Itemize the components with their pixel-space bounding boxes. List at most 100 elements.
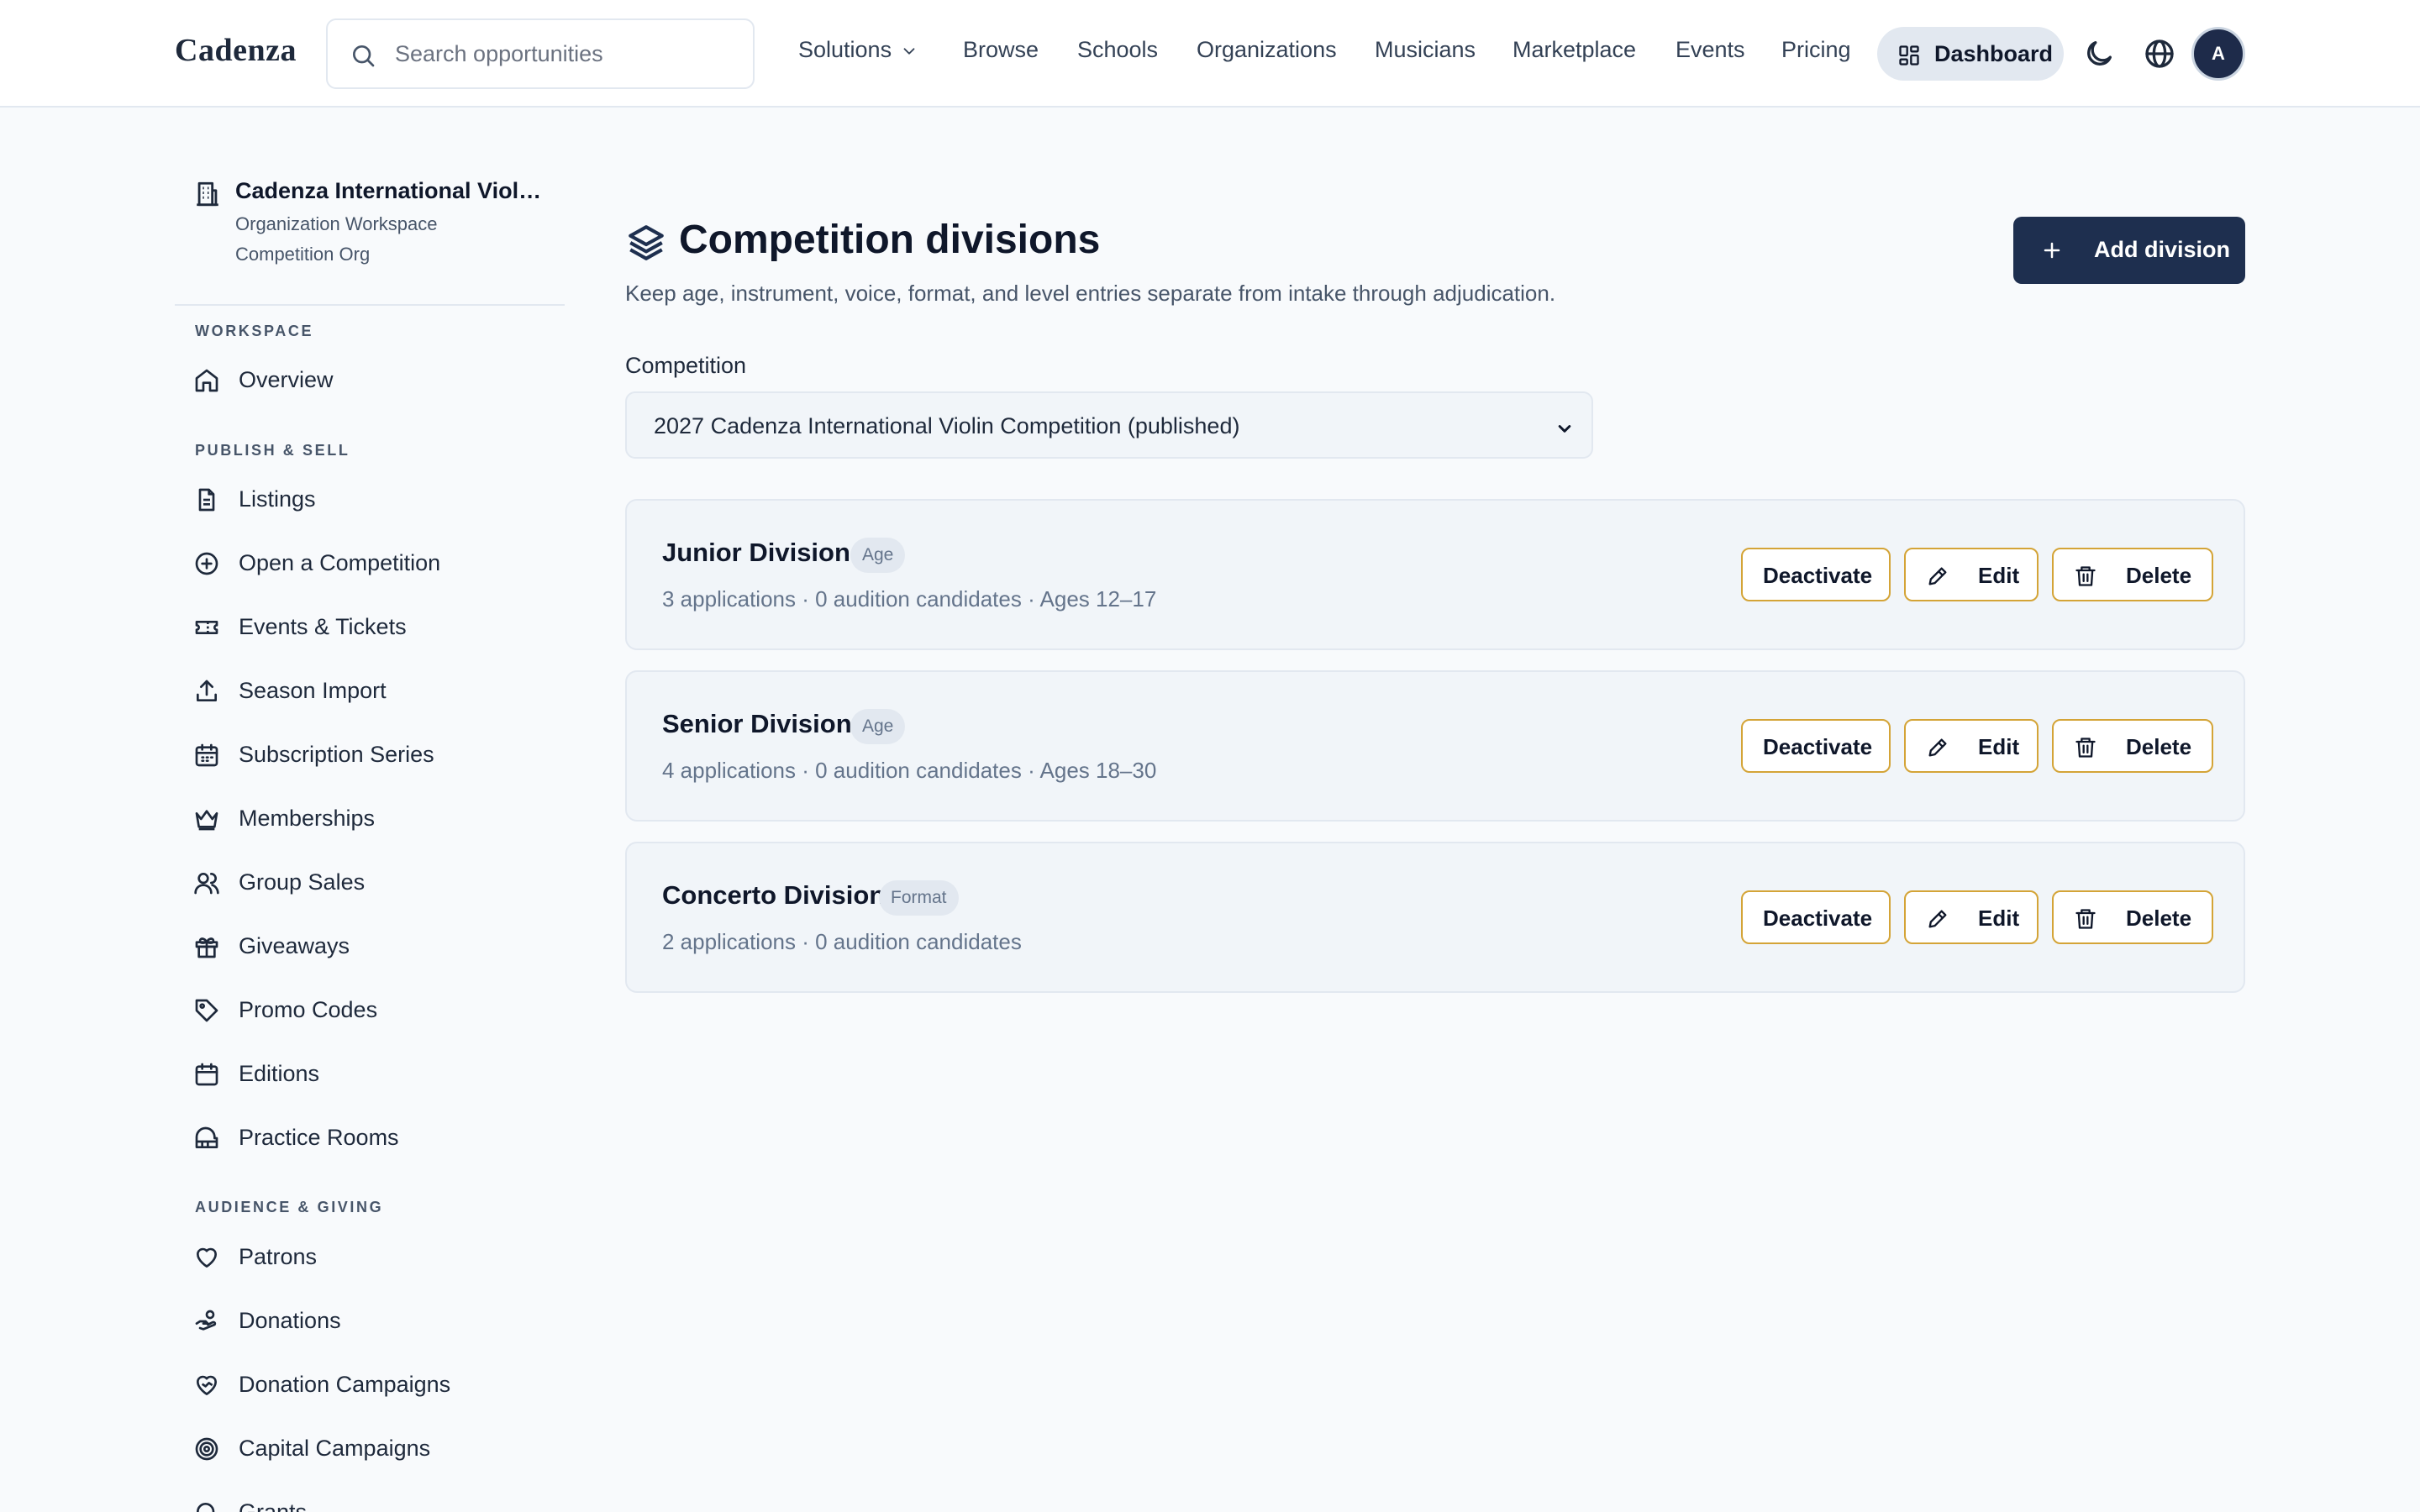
- sidebar-item-label: Events & Tickets: [239, 614, 407, 639]
- page-subtitle: Keep age, instrument, voice, format, and…: [625, 281, 1556, 306]
- moon-icon[interactable]: [2082, 37, 2116, 71]
- division-type-badge: Format: [879, 880, 959, 916]
- nav-organizations[interactable]: Organizations: [1197, 37, 1337, 63]
- deactivate-button[interactable]: Deactivate: [1741, 890, 1891, 944]
- competition-label: Competition: [625, 353, 747, 378]
- calendar-days-icon: [195, 743, 218, 767]
- delete-button[interactable]: Delete: [2052, 548, 2213, 601]
- pencil-icon: [1928, 910, 1947, 928]
- chevron-down-icon: [1558, 425, 1571, 433]
- page-title: Competition divisions: [679, 218, 1101, 262]
- deactivate-label: Deactivate: [1763, 734, 1873, 759]
- users-icon: [194, 873, 219, 895]
- home-icon: [195, 369, 218, 392]
- division-meta: 2 applications · 0 audition candidates: [662, 929, 1022, 954]
- trash-icon: [2075, 909, 2096, 929]
- top-navigation-bar: Cadenza Solutions Browse Schools Organiz…: [0, 0, 2420, 108]
- sidebar-item-donation-campaigns[interactable]: Donation Campaigns: [192, 1362, 561, 1409]
- chevron-down-icon: [903, 48, 915, 55]
- org-name[interactable]: Cadenza International Violin Competition: [235, 178, 546, 204]
- piano-icon: [195, 1126, 218, 1148]
- calendar-icon: [195, 1063, 218, 1086]
- delete-label: Delete: [2126, 906, 2192, 931]
- hand-coins-icon: [195, 1310, 217, 1331]
- sidebar-item-practice-rooms[interactable]: Practice Rooms: [192, 1115, 561, 1162]
- nav-events[interactable]: Events: [1676, 37, 1745, 63]
- delete-button[interactable]: Delete: [2052, 719, 2213, 773]
- division-name: Senior Division: [662, 709, 852, 738]
- gift-icon: [195, 937, 218, 958]
- sidebar-item-label: Patrons: [239, 1244, 318, 1269]
- nav-marketplace[interactable]: Marketplace: [1512, 37, 1636, 63]
- sidebar-item-label: Donation Campaigns: [239, 1372, 451, 1397]
- plus-circle-icon: [195, 552, 218, 575]
- deactivate-button[interactable]: Deactivate: [1741, 719, 1891, 773]
- nav-musicians[interactable]: Musicians: [1375, 37, 1476, 63]
- sidebar-item-editions[interactable]: Editions: [192, 1051, 561, 1098]
- edit-label: Edit: [1978, 906, 2020, 931]
- sidebar-item-label: Group Sales: [239, 869, 366, 895]
- sidebar-item-patrons[interactable]: Patrons: [192, 1234, 561, 1281]
- upload-icon: [197, 680, 217, 701]
- sidebar-item-promo-codes[interactable]: Promo Codes: [192, 987, 561, 1034]
- dashboard-button[interactable]: Dashboard: [1877, 27, 2064, 81]
- nav-browse[interactable]: Browse: [963, 37, 1039, 63]
- org-workspace-label: Organization Workspace: [235, 213, 438, 234]
- layers-icon: [629, 225, 664, 260]
- deactivate-label: Deactivate: [1763, 906, 1873, 931]
- heart-icon: [197, 1247, 217, 1268]
- sidebar-item-label: Overview: [239, 367, 334, 392]
- edit-label: Edit: [1978, 563, 2020, 588]
- layout-grid-icon: [1899, 45, 1919, 66]
- trash-icon: [2075, 738, 2096, 758]
- org-type-label: Competition Org: [235, 244, 371, 265]
- sidebar-item-capital-campaigns[interactable]: Capital Campaigns: [192, 1425, 561, 1473]
- edit-button[interactable]: Edit: [1904, 548, 2039, 601]
- heart-handshake-icon: [197, 1375, 217, 1395]
- file-text-icon: [198, 488, 215, 512]
- dashboard-label: Dashboard: [1934, 41, 2054, 66]
- division-meta: 3 applications · 0 audition candidates ·…: [662, 586, 1157, 612]
- division-card: Concerto Division Format 2 applications …: [625, 842, 2245, 993]
- delete-button[interactable]: Delete: [2052, 890, 2213, 944]
- sidebar-item-label: Practice Rooms: [239, 1125, 399, 1150]
- sidebar-item-overview[interactable]: Overview: [192, 357, 561, 404]
- nav-pricing[interactable]: Pricing: [1781, 37, 1851, 63]
- sidebar-section-publish-sell: PUBLISH & SELL: [195, 442, 350, 459]
- division-name: Junior Division: [662, 538, 850, 567]
- crown-icon: [195, 810, 218, 831]
- division-name: Concerto Division: [662, 880, 886, 910]
- sidebar-item-grants[interactable]: Grants: [192, 1489, 561, 1512]
- sidebar-item-label: Season Import: [239, 678, 387, 703]
- sidebar-item-open-competition[interactable]: Open a Competition: [192, 540, 561, 587]
- sidebar-item-season-import[interactable]: Season Import: [192, 668, 561, 715]
- ticket-icon: [195, 621, 218, 634]
- sidebar-item-label: Donations: [239, 1308, 341, 1333]
- sidebar-item-memberships[interactable]: Memberships: [192, 795, 561, 843]
- brand-logo[interactable]: Cadenza: [175, 32, 297, 69]
- sidebar-item-donations[interactable]: Donations: [192, 1298, 561, 1345]
- sidebar-item-label: Promo Codes: [239, 997, 378, 1022]
- search-box[interactable]: [326, 18, 755, 89]
- sidebar-item-listings[interactable]: Listings: [192, 476, 561, 523]
- sidebar-item-events-tickets[interactable]: Events & Tickets: [192, 604, 561, 651]
- deactivate-label: Deactivate: [1763, 563, 1873, 588]
- search-input[interactable]: [395, 37, 731, 71]
- nav-schools[interactable]: Schools: [1077, 37, 1158, 63]
- sidebar-item-label: Grants: [239, 1499, 308, 1512]
- add-division-button[interactable]: Add division: [2013, 217, 2245, 284]
- sidebar-item-subscription-series[interactable]: Subscription Series: [192, 732, 561, 779]
- sidebar-item-giveaways[interactable]: Giveaways: [192, 923, 561, 970]
- globe-icon[interactable]: [2143, 37, 2176, 71]
- avatar[interactable]: A: [2191, 27, 2245, 81]
- deactivate-button[interactable]: Deactivate: [1741, 548, 1891, 601]
- sidebar-item-label: Open a Competition: [239, 550, 441, 575]
- competition-select[interactable]: 2027 Cadenza International Violin Compet…: [625, 391, 1593, 459]
- sidebar-item-group-sales[interactable]: Group Sales: [192, 859, 561, 906]
- sidebar-item-label: Editions: [239, 1061, 320, 1086]
- nav-solutions[interactable]: Solutions: [798, 37, 918, 63]
- edit-button[interactable]: Edit: [1904, 890, 2039, 944]
- edit-label: Edit: [1978, 734, 2020, 759]
- edit-button[interactable]: Edit: [1904, 719, 2039, 773]
- trash-icon: [2075, 566, 2096, 586]
